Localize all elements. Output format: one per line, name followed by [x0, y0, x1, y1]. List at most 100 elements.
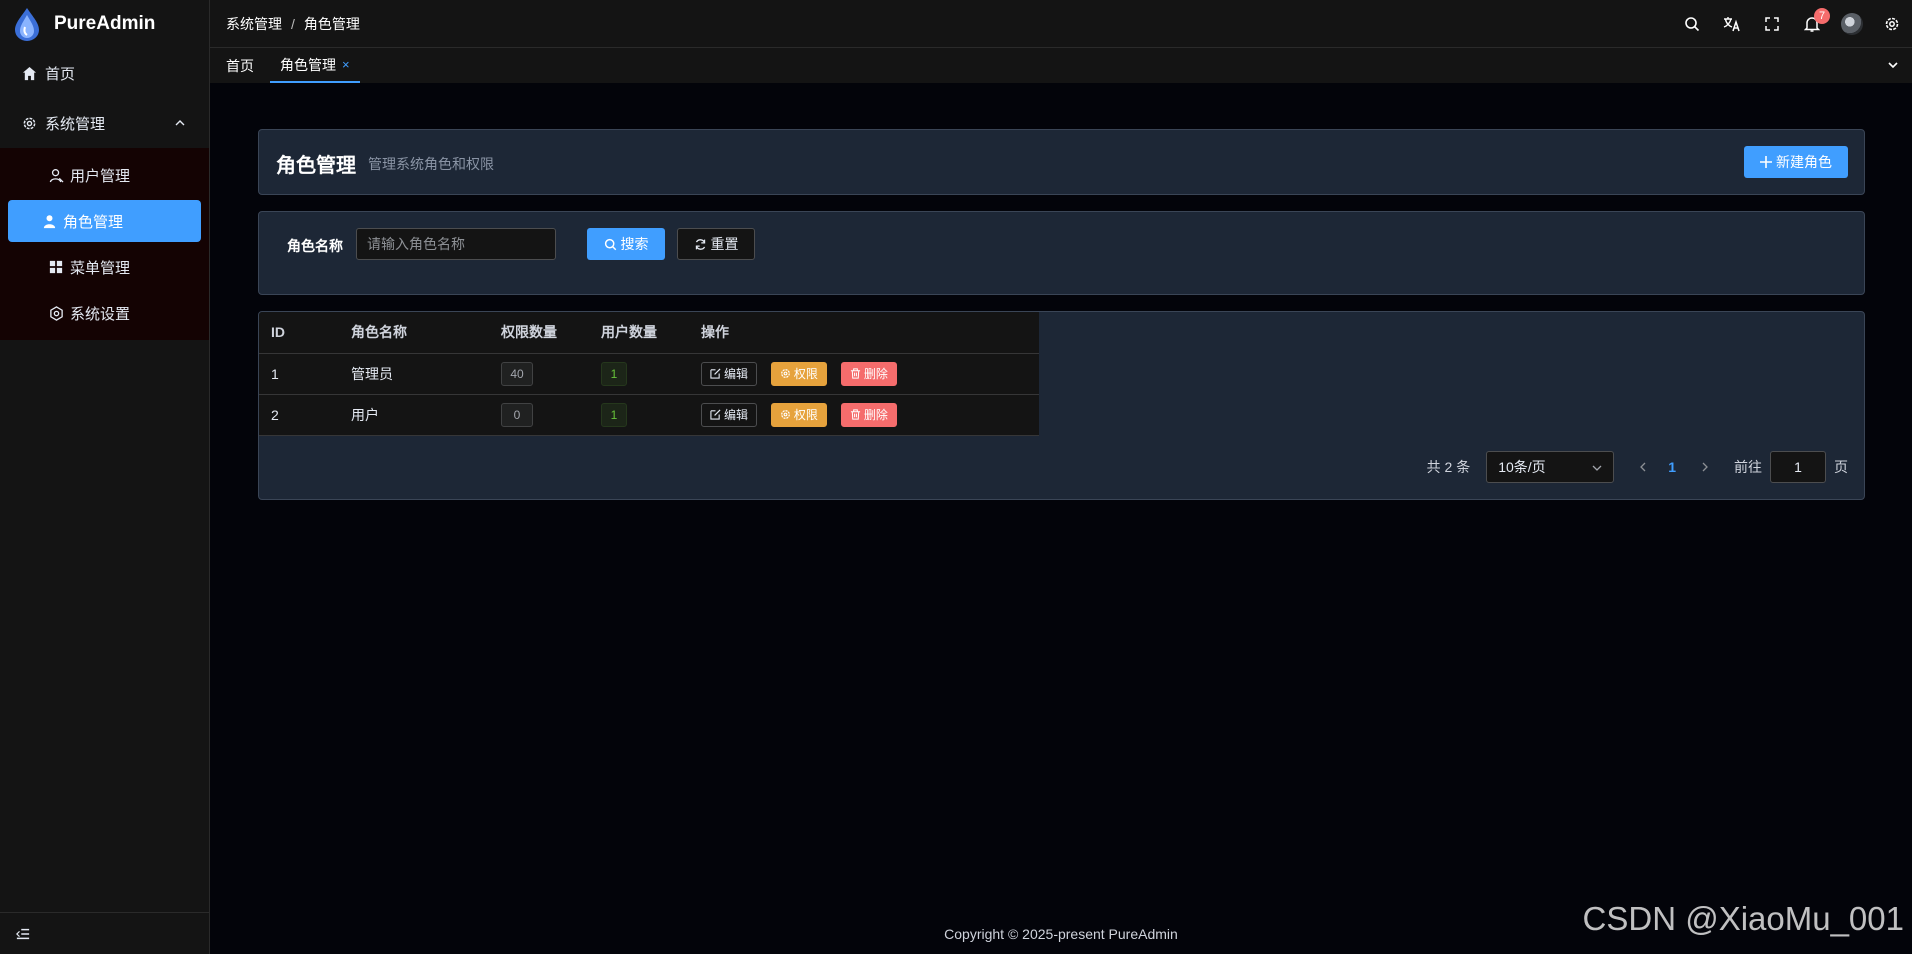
sidebar-item-users[interactable]: 用户管理 [8, 154, 201, 196]
cell-user-count: 1 [589, 353, 689, 395]
search-button-label: 搜索 [620, 236, 649, 252]
role-name-label: 角色名称 [287, 238, 343, 254]
delete-button[interactable]: 删除 [840, 361, 897, 386]
user-count-tag: 1 [601, 361, 627, 386]
sidebar-item-label: 系统管理 [45, 115, 106, 133]
prev-page-button[interactable] [1638, 462, 1648, 472]
breadcrumb-item-current: 角色管理 [303, 15, 360, 32]
tab-roles[interactable]: 角色管理 × [270, 48, 360, 83]
reset-button[interactable]: 重置 [677, 228, 755, 260]
chevron-down-icon [1592, 465, 1602, 471]
tab-home[interactable]: 首页 [216, 48, 264, 83]
translate-icon [1723, 17, 1740, 32]
edit-button[interactable]: 编辑 [701, 361, 758, 386]
new-role-button-label: 新建角色 [1776, 154, 1832, 170]
edit-icon [710, 409, 721, 420]
permission-count-tag: 0 [501, 402, 533, 427]
page-header-card: 角色管理 管理系统角色和权限 新建角色 [258, 129, 1865, 195]
delete-button[interactable]: 删除 [840, 402, 897, 427]
cell-id: 1 [259, 353, 339, 395]
notification-badge: 7 [1814, 8, 1830, 24]
translate-button[interactable] [1712, 0, 1752, 48]
app-name: PureAdmin [54, 13, 156, 34]
trash-icon [850, 409, 860, 420]
sidebar-item-roles[interactable]: 角色管理 [8, 200, 201, 242]
tab-label: 角色管理 [280, 56, 336, 73]
edit-icon [710, 368, 721, 379]
top-header: 系统管理 / 角色管理 7 [210, 0, 1912, 48]
user-icon [48, 167, 64, 183]
gear-icon [1885, 17, 1899, 31]
new-role-button[interactable]: 新建角色 [1744, 146, 1848, 178]
column-permission-count: 权限数量 [489, 312, 589, 354]
gear-icon [781, 410, 790, 419]
system-submenu: 用户管理 角色管理 菜单管理 系统设置 [0, 148, 209, 340]
table-row: 1 管理员 40 1 编辑 权限 删除 [259, 353, 1039, 395]
plus-icon [1760, 156, 1772, 168]
edit-button-label: 编辑 [724, 408, 749, 422]
cell-user-count: 1 [589, 394, 689, 436]
column-actions: 操作 [689, 312, 1039, 354]
next-page-button[interactable] [1700, 462, 1710, 472]
search-button[interactable]: 搜索 [587, 228, 665, 260]
logo[interactable]: PureAdmin [0, 0, 209, 48]
chevron-down-icon[interactable] [1886, 58, 1900, 72]
avatar [1841, 13, 1863, 35]
roles-table: ID 角色名称 权限数量 用户数量 操作 1 管理员 40 1 编辑 权限 删除… [259, 312, 1039, 436]
cell-id: 2 [259, 394, 339, 436]
watermark: CSDN @XiaoMu_001 [1582, 900, 1904, 937]
gear-icon [781, 369, 790, 378]
sidebar-item-system[interactable]: 系统管理 [0, 98, 209, 148]
refresh-icon [695, 238, 705, 250]
search-button[interactable] [1672, 0, 1712, 48]
sidebar-item-settings[interactable]: 系统设置 [8, 292, 201, 334]
close-icon[interactable]: × [342, 57, 350, 72]
permission-button[interactable]: 权限 [770, 402, 827, 427]
page-title: 角色管理 [276, 155, 356, 177]
home-icon [21, 65, 37, 81]
pagination-total: 共 2 条 [1426, 459, 1471, 475]
goto-page-input[interactable] [1770, 451, 1826, 483]
cell-actions: 编辑 权限 删除 [689, 394, 1039, 436]
chevron-up-icon [175, 120, 185, 126]
breadcrumb-item-system[interactable]: 系统管理 [226, 14, 282, 34]
settings-button[interactable] [1872, 0, 1912, 48]
search-icon [1685, 17, 1700, 32]
gear-icon [48, 305, 64, 321]
fullscreen-button[interactable] [1752, 0, 1792, 48]
user-avatar-button[interactable] [1832, 0, 1872, 48]
cell-permission-count: 0 [489, 394, 589, 436]
sidebar: PureAdmin 首页 系统管理 用户管理 角色管理 菜单管理 系统设置 [0, 0, 210, 954]
table-row: 2 用户 0 1 编辑 权限 删除 [259, 394, 1039, 436]
tab-label: 首页 [226, 57, 254, 74]
search-form-card: 角色名称 搜索 重置 [258, 211, 1865, 295]
sidebar-item-home[interactable]: 首页 [0, 48, 209, 98]
sidebar-item-menus[interactable]: 菜单管理 [8, 246, 201, 288]
column-role-name: 角色名称 [339, 312, 489, 354]
menu-fold-icon [16, 928, 30, 939]
user-count-tag: 1 [601, 402, 627, 427]
page-number-current[interactable]: 1 [1668, 459, 1676, 475]
sidebar-item-label: 角色管理 [63, 213, 124, 231]
header-actions: 7 [1672, 0, 1912, 48]
notification-button[interactable]: 7 [1792, 0, 1832, 48]
page-size-select[interactable]: 10条/页 [1486, 451, 1615, 483]
role-name-input[interactable] [356, 228, 556, 260]
sidebar-item-label: 用户管理 [70, 167, 131, 185]
edit-button[interactable]: 编辑 [701, 402, 758, 427]
chevron-left-icon [1640, 462, 1646, 472]
page-size-value: 10条/页 [1498, 459, 1546, 475]
sidebar-item-label: 系统设置 [70, 305, 131, 323]
page-subtitle: 管理系统角色和权限 [368, 156, 494, 172]
permission-button-label: 权限 [793, 408, 818, 422]
reset-button-label: 重置 [710, 236, 739, 252]
cell-permission-count: 40 [489, 353, 589, 395]
permission-count-tag: 40 [501, 361, 533, 386]
role-icon [41, 213, 57, 229]
sidebar-collapse-button[interactable] [0, 912, 209, 954]
search-icon [604, 238, 616, 250]
goto-suffix: 页 [1834, 459, 1848, 475]
tag-tabs: 首页 角色管理 × [210, 48, 1912, 83]
permission-button[interactable]: 权限 [770, 361, 827, 386]
logo-drop-icon [15, 8, 39, 41]
